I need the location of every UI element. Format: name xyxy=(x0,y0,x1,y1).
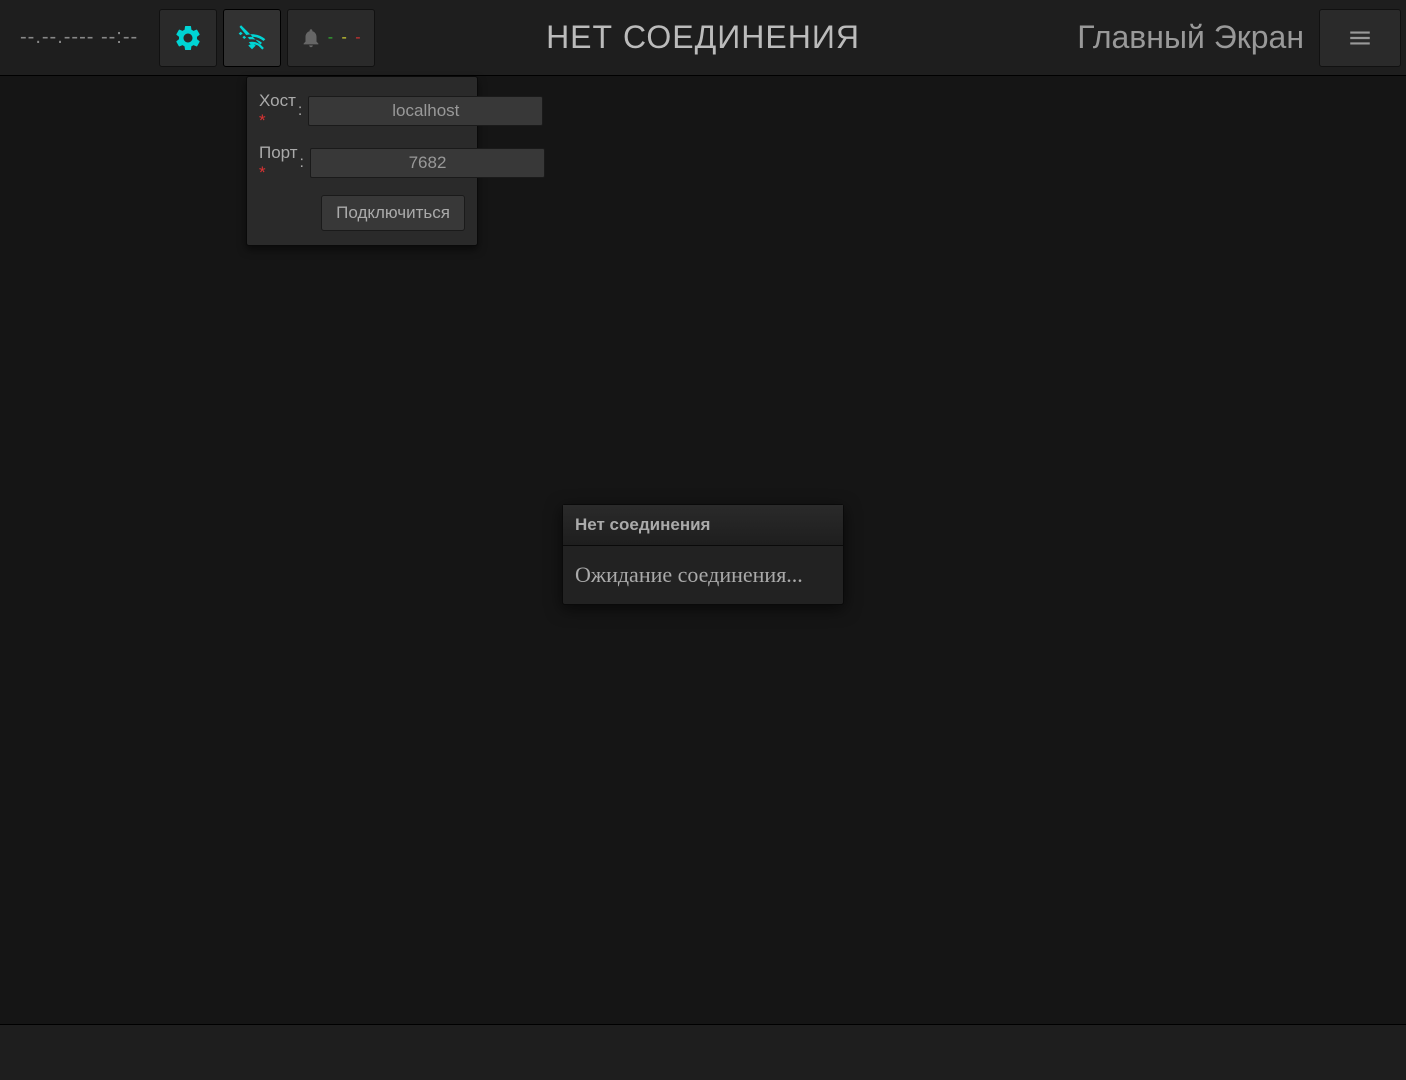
connect-button[interactable]: Подключиться xyxy=(321,195,465,231)
screen-label: Главный Экран xyxy=(1077,19,1316,56)
host-input[interactable] xyxy=(308,96,543,126)
topbar: --.--.---- --:-- - - - НЕТ СОЕДИНЕНИЯ Гл… xyxy=(0,0,1406,76)
connection-modal: Нет соединения Ожидание соединения... xyxy=(562,504,844,605)
page-title: НЕТ СОЕДИНЕНИЯ xyxy=(546,19,860,56)
modal-header: Нет соединения xyxy=(563,505,843,546)
host-label: Хост * xyxy=(259,91,296,131)
settings-button[interactable] xyxy=(159,9,217,67)
menu-button[interactable] xyxy=(1319,9,1401,67)
host-row: Хост * : xyxy=(259,91,465,131)
wifi-off-icon xyxy=(237,23,267,53)
port-row: Порт * : xyxy=(259,143,465,183)
colon: : xyxy=(300,154,304,172)
modal-body: Ожидание соединения... xyxy=(563,546,843,604)
port-input[interactable] xyxy=(310,148,545,178)
bottombar xyxy=(0,1024,1406,1080)
gear-icon xyxy=(173,23,203,53)
colon: : xyxy=(298,102,302,120)
port-label: Порт * xyxy=(259,143,298,183)
datetime-display: --.--.---- --:-- xyxy=(2,26,156,49)
notif-status-dashes: - - - xyxy=(328,29,363,47)
bell-icon xyxy=(300,27,322,49)
hamburger-icon xyxy=(1347,25,1373,51)
notifications-button[interactable]: - - - xyxy=(287,9,375,67)
connection-dropdown: Хост * : Порт * : Подключиться xyxy=(246,76,478,246)
connection-button[interactable] xyxy=(223,9,281,67)
